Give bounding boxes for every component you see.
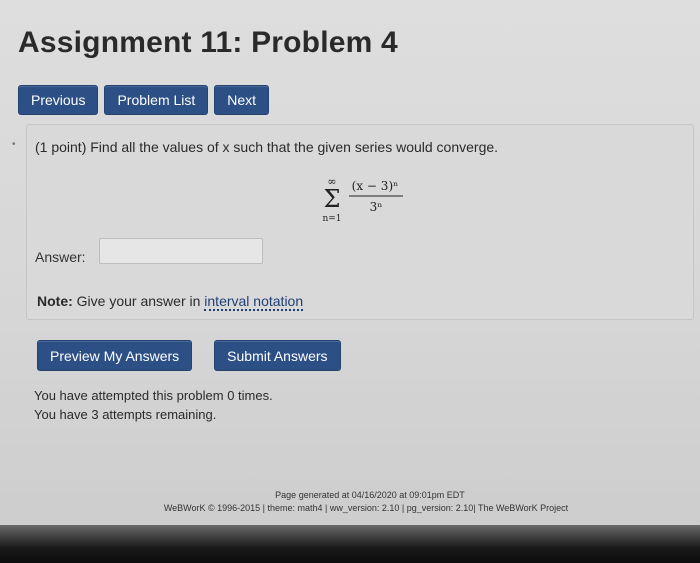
answer-input[interactable]: [99, 238, 263, 264]
formula-sigma: Σ: [324, 185, 341, 213]
problem-box: (1 point) Find all the values of x such …: [26, 124, 694, 320]
problem-nav: Previous Problem List Next: [18, 85, 270, 115]
series-formula: ∞ Σ n=1 (x − 3)ⁿ 3ⁿ: [322, 175, 403, 224]
previous-button[interactable]: Previous: [18, 85, 99, 115]
attempted-text: You have attempted this problem 0 times.: [34, 388, 273, 403]
formula-denominator: 3ⁿ: [370, 200, 383, 214]
note: Note: Give your answer in interval notat…: [37, 293, 304, 311]
next-button[interactable]: Next: [214, 85, 270, 115]
preview-answers-button[interactable]: Preview My Answers: [37, 340, 193, 371]
problem-list-button[interactable]: Problem List: [104, 85, 209, 115]
bottom-edge-shadow: [0, 525, 700, 563]
note-text: Give your answer in: [72, 293, 205, 309]
problem-prompt: (1 point) Find all the values of x such …: [35, 139, 499, 155]
formula-lower-limit: n=1: [322, 214, 341, 224]
attempts-status: You have attempted this problem 0 times.…: [34, 386, 273, 424]
footer-copyright: WeBWorK © 1996-2015 | theme: math4 | ww_…: [163, 503, 569, 513]
submit-answers-button[interactable]: Submit Answers: [214, 340, 341, 371]
formula-numerator: (x − 3)ⁿ: [352, 179, 399, 193]
answer-actions: Preview My Answers Submit Answers: [37, 340, 341, 371]
page-title: Assignment 11: Problem 4: [18, 26, 398, 59]
answer-label: Answer:: [35, 249, 86, 265]
note-label: Note:: [37, 293, 73, 309]
page-background: Assignment 11: Problem 4 Previous Proble…: [0, 0, 700, 530]
footer-generated: Page generated at 04/16/2020 at 09:01pm …: [275, 490, 465, 500]
bullet-marker: •: [12, 139, 16, 150]
interval-notation-link[interactable]: interval notation: [204, 293, 304, 311]
remaining-text: You have 3 attempts remaining.: [34, 407, 217, 422]
